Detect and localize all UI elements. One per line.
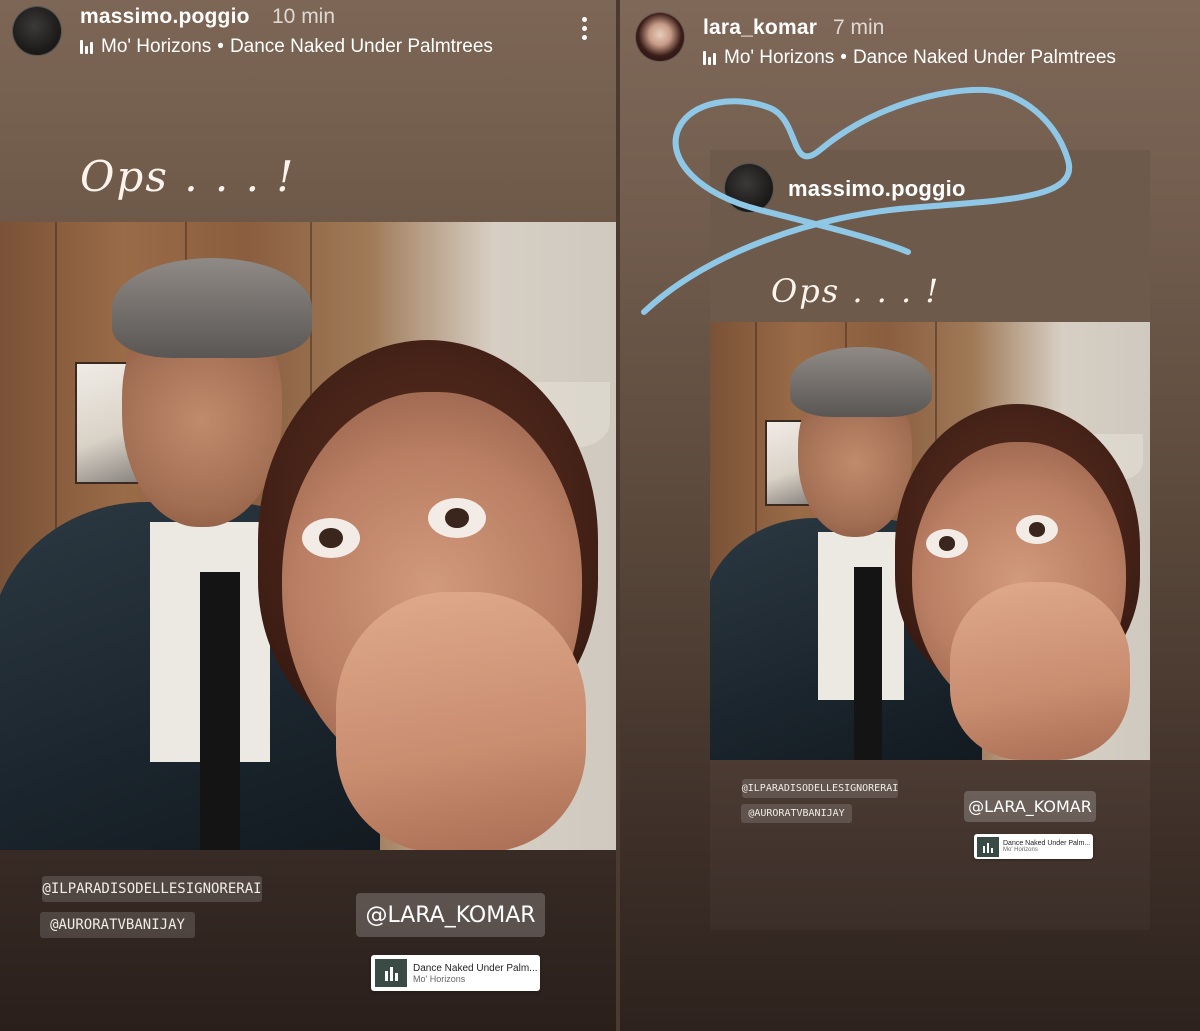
reshared-music-sticker[interactable]: Dance Naked Under Palm... Mo' Horizons <box>974 834 1093 859</box>
mention-tag-auroratv[interactable]: @AURORATVBANIJAY <box>40 912 195 938</box>
story-caption: Ops . . . ! <box>80 152 296 201</box>
reshared-tag-ilparadiso[interactable]: @ILPARADISODELLESIGNORERAI <box>742 779 898 798</box>
story-username[interactable]: massimo.poggio <box>80 5 250 29</box>
story-music-attribution[interactable]: Mo' Horizons • Dance Naked Under Palmtre… <box>80 36 493 58</box>
story-lara-komar[interactable]: lara_komar 7 min Mo' Horizons • Dance Na… <box>620 0 1200 1031</box>
music-album-icon <box>375 959 407 987</box>
music-track: Dance Naked Under Palmtrees <box>229 36 493 57</box>
music-album-icon <box>977 836 999 857</box>
story-photo <box>0 222 616 850</box>
music-sticker-artist: Mo' Horizons <box>1003 847 1038 853</box>
music-artist: Mo' Horizons <box>101 36 212 57</box>
drawn-loop-doodle <box>641 86 1073 315</box>
mention-tag-ilparadiso[interactable]: @ILPARADISODELLESIGNORERAI <box>42 876 262 902</box>
reshared-mention-lara-komar[interactable]: @LARA_KOMAR <box>964 791 1096 822</box>
music-sticker-artist: Mo' Horizons <box>413 973 466 984</box>
reshared-photo <box>710 322 1150 760</box>
music-bars-icon <box>80 40 93 54</box>
music-separator: • <box>217 36 224 57</box>
music-sticker-title: Dance Naked Under Palm... <box>1003 840 1091 847</box>
mention-sticker-lara-komar[interactable]: @LARA_KOMAR <box>356 893 545 937</box>
story-time: 10 min <box>272 5 336 28</box>
music-sticker[interactable]: Dance Naked Under Palm... Mo' Horizons <box>371 955 540 991</box>
story-massimo-poggio[interactable]: massimo.poggio 10 min Mo' Horizons • Dan… <box>0 0 616 1031</box>
music-sticker-title: Dance Naked Under Palm... <box>413 962 538 974</box>
reshared-tag-auroratv[interactable]: @AURORATVBANIJAY <box>741 804 852 823</box>
avatar-massimo-poggio[interactable] <box>12 6 62 56</box>
more-options-icon[interactable] <box>582 17 587 40</box>
